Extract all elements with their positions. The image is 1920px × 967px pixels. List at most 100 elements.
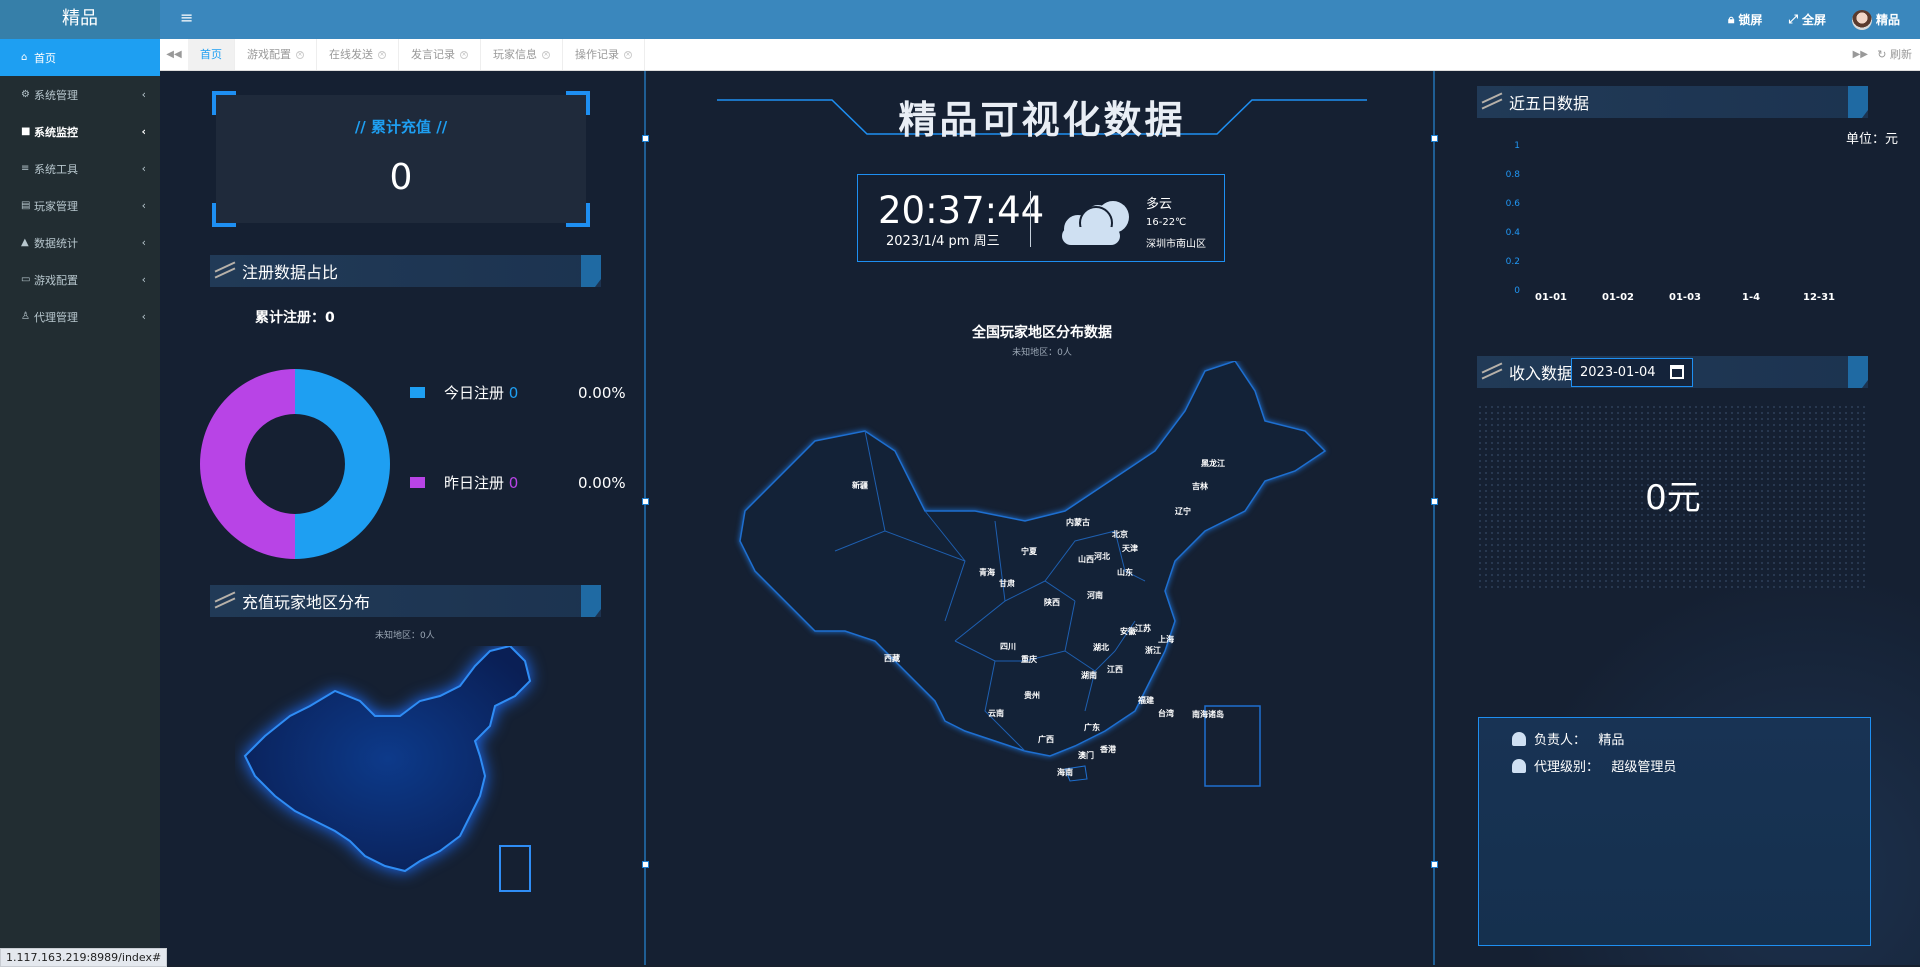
legend-percent: 0.00% <box>578 473 626 492</box>
column-divider <box>644 71 646 965</box>
close-icon[interactable]: × <box>624 50 632 59</box>
sidebar-item-game-config[interactable]: ▭ 游戏配置 ‹ <box>0 261 160 298</box>
province-label: 香港 <box>1100 745 1116 754</box>
owner-label: 负责人： <box>1534 733 1587 748</box>
user-menu[interactable]: 精品 <box>1851 9 1900 30</box>
resize-handle[interactable] <box>1431 498 1438 505</box>
registration-donut-chart <box>200 369 390 559</box>
calendar-icon[interactable] <box>1670 365 1684 379</box>
chevron-left-icon: ‹ <box>141 310 146 323</box>
province-label: 山东 <box>1117 568 1133 577</box>
y-tick-label: 0.6 <box>1505 199 1520 209</box>
desktop-icon: ▭ <box>21 274 31 285</box>
province-label: 西藏 <box>884 654 900 663</box>
sidebar-item-agents[interactable]: ♙ 代理管理 ‹ <box>0 298 160 335</box>
tab-online-send[interactable]: 在线发送 × <box>317 39 399 70</box>
legend-label: 今日注册 <box>444 384 505 402</box>
sidebar-item-monitor[interactable]: ■ 系统监控 ‹ <box>0 113 160 150</box>
app-logo[interactable]: 精品 <box>0 0 160 39</box>
refresh-icon: ↻ <box>1877 48 1887 61</box>
province-label: 河北 <box>1094 552 1110 561</box>
x-tick-label: 01-03 <box>1669 292 1701 303</box>
legend-value: 0 <box>508 383 519 402</box>
cloud-icon <box>1062 201 1129 245</box>
province-label: 重庆 <box>1021 655 1037 664</box>
section-title: 近五日数据 <box>1509 94 1590 113</box>
book-icon: ▤ <box>21 200 31 211</box>
resize-handle[interactable] <box>1431 861 1438 868</box>
tab-label: 游戏配置 <box>247 48 291 61</box>
refresh-label: 刷新 <box>1890 48 1912 61</box>
tab-scroll-left-icon[interactable]: ◀◀ <box>160 39 188 70</box>
recharge-title: // 累计充值 // <box>354 118 448 136</box>
menu-toggle-icon[interactable]: ≡ <box>180 8 193 27</box>
close-icon[interactable]: × <box>378 50 386 59</box>
sidebar-item-stats[interactable]: ▲ 数据统计 ‹ <box>0 224 160 261</box>
sidebar-item-label: 系统管理 <box>34 88 78 102</box>
slash-decoration <box>1479 365 1505 379</box>
section-header-registration: 注册数据占比 <box>210 255 601 287</box>
tab-label: 首页 <box>200 48 222 61</box>
bars-icon: ≡ <box>21 163 30 174</box>
tab-label: 在线发送 <box>329 48 373 61</box>
resize-handle[interactable] <box>642 861 649 868</box>
sidebar-item-label: 游戏配置 <box>34 273 78 287</box>
tab-chat-log[interactable]: 发言记录 × <box>399 39 481 70</box>
sidebar-item-label: 首页 <box>34 51 56 65</box>
tab-scroll-right-icon[interactable]: ▶▶ <box>1853 39 1868 70</box>
center-map-subtitle: 未知地区：0人 <box>1012 348 1072 358</box>
sidebar: ⌂ 首页 ⚙ 系统管理 ‹ ■ 系统监控 ‹ ≡ 系统工具 ‹ ▤ 玩家管理 ‹ ▲ 数据统计 ‹ ▭… <box>0 39 160 965</box>
sidebar-item-system[interactable]: ⚙ 系统管理 ‹ <box>0 76 160 113</box>
video-icon: ■ <box>21 126 31 137</box>
y-tick-label: 0.2 <box>1505 257 1520 267</box>
province-label: 海南 <box>1057 768 1073 777</box>
resize-handle[interactable] <box>642 498 649 505</box>
divider <box>1030 191 1031 247</box>
province-label: 甘肃 <box>999 579 1015 588</box>
slash-decoration <box>1479 95 1505 109</box>
resize-handle[interactable] <box>1431 135 1438 142</box>
lock-screen-button[interactable]: 🔒︎ 锁屏 <box>1728 11 1762 28</box>
legend-label: 昨日注册 <box>444 474 505 492</box>
province-label: 安徽 <box>1120 627 1136 636</box>
section-title: 注册数据占比 <box>242 263 339 282</box>
section-title: 充值玩家地区分布 <box>242 593 371 612</box>
sidebar-item-home[interactable]: ⌂ 首页 <box>0 39 160 76</box>
province-label: 湖北 <box>1093 643 1109 652</box>
close-icon[interactable]: × <box>296 50 304 59</box>
province-label: 陕西 <box>1044 598 1060 607</box>
legend-today: 今日注册 0 0.00% <box>410 382 626 403</box>
province-label: 上海 <box>1158 635 1174 644</box>
province-label: 贵州 <box>1024 691 1040 700</box>
lock-label: 锁屏 <box>1738 13 1763 27</box>
y-tick-label: 0.4 <box>1505 228 1520 238</box>
x-tick-label: 01-02 <box>1602 292 1634 303</box>
pie-slice-yesterday <box>200 369 295 559</box>
province-label: 北京 <box>1112 530 1128 539</box>
expand-icon: ⤢ <box>1788 12 1798 26</box>
province-label: 云南 <box>988 709 1004 718</box>
close-icon[interactable]: × <box>542 50 550 59</box>
tab-home[interactable]: 首页 <box>188 39 235 70</box>
province-label: 湖南 <box>1081 671 1097 680</box>
tab-operation-log[interactable]: 操作记录 × <box>563 39 645 70</box>
income-date-input[interactable]: 2023-01-04 <box>1571 358 1693 387</box>
tab-label: 玩家信息 <box>493 48 537 61</box>
tab-game-config[interactable]: 游戏配置 × <box>235 39 317 70</box>
sidebar-item-tools[interactable]: ≡ 系统工具 ‹ <box>0 150 160 187</box>
lock-icon: 🔒︎ <box>1727 12 1735 26</box>
fullscreen-button[interactable]: ⤢ 全屏 <box>1788 11 1826 28</box>
province-label: 广东 <box>1084 723 1100 732</box>
province-label: 黑龙江 <box>1201 459 1225 468</box>
x-tick-label: 1-4 <box>1742 292 1761 303</box>
flag-decoration <box>1848 356 1868 388</box>
south-sea-inset <box>499 845 531 892</box>
user-icon <box>1512 731 1526 746</box>
tab-player-info[interactable]: 玩家信息 × <box>481 39 563 70</box>
close-icon[interactable]: × <box>460 50 468 59</box>
level-label: 代理级别： <box>1534 760 1600 775</box>
sidebar-item-players[interactable]: ▤ 玩家管理 ‹ <box>0 187 160 224</box>
resize-handle[interactable] <box>642 135 649 142</box>
province-label: 浙江 <box>1145 646 1161 655</box>
refresh-button[interactable]: ↻ 刷新 <box>1877 39 1912 70</box>
